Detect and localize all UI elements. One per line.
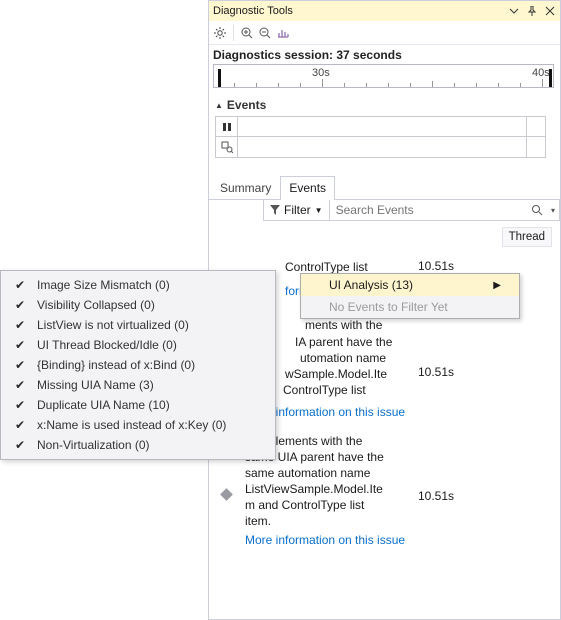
check-icon: ✔ <box>13 358 27 372</box>
events-grid <box>215 116 546 158</box>
tab-events[interactable]: Events <box>280 176 335 200</box>
separator <box>233 25 234 41</box>
ruler-label-40s: 40s <box>532 67 550 79</box>
chevron-down-icon: ▼ <box>315 206 323 215</box>
events-heading-text: Events <box>227 98 266 112</box>
ruler-ticks <box>214 81 553 87</box>
submenu-item[interactable]: ✔ Visibility Collapsed (0) <box>1 295 275 315</box>
menu-item-ui-analysis[interactable]: UI Analysis (13) ▶ <box>301 274 519 296</box>
submenu-item[interactable]: ✔ Missing UIA Name (3) <box>1 375 275 395</box>
ui-analysis-submenu: ✔ Image Size Mismatch (0) ✔ Visibility Col… <box>0 270 276 460</box>
pin-icon[interactable] <box>526 5 538 17</box>
entry-line: item. <box>245 513 410 529</box>
titlebar: Diagnostic Tools <box>209 1 560 21</box>
filter-label: Filter <box>284 203 311 217</box>
submenu-label: UI Thread Blocked/Idle (0) <box>37 338 177 352</box>
column-header-thread[interactable]: Thread <box>502 227 552 247</box>
check-icon: ✔ <box>13 298 27 312</box>
gear-icon[interactable] <box>213 26 227 40</box>
submenu-item[interactable]: ✔ UI Thread Blocked/Idle (0) <box>1 335 275 355</box>
events-heading[interactable]: ▲ Events <box>215 98 554 112</box>
submenu-label: Visibility Collapsed (0) <box>37 298 155 312</box>
toolbar <box>209 21 560 45</box>
search-icon[interactable] <box>525 204 547 216</box>
search-input[interactable] <box>330 200 525 220</box>
pause-icon[interactable] <box>216 117 238 136</box>
check-icon: ✔ <box>13 278 27 292</box>
session-seconds: 37 seconds <box>336 48 401 62</box>
entry-line: same automation name <box>245 465 410 481</box>
submenu-label: x:Name is used instead of x:Key (0) <box>37 418 226 432</box>
filter-button[interactable]: Filter ▼ <box>264 200 330 221</box>
submenu-item[interactable]: ✔ Image Size Mismatch (0) <box>1 275 275 295</box>
events-row <box>216 117 545 137</box>
diagnostic-icon[interactable] <box>216 137 238 157</box>
submenu-item[interactable]: ✔ x:Name is used instead of x:Key (0) <box>1 415 275 435</box>
menu-item-label: UI Analysis (13) <box>329 278 413 292</box>
submenu-label: Non-Virtualization (0) <box>37 438 150 452</box>
menu-item-no-events: No Events to Filter Yet <box>301 296 519 318</box>
session-title: Diagnostics session: 37 seconds <box>213 48 554 62</box>
collapse-triangle-icon[interactable]: ▲ <box>215 101 223 110</box>
titlebar-buttons <box>508 5 556 17</box>
submenu-label: Image Size Mismatch (0) <box>37 278 170 292</box>
events-section: ▲ Events <box>209 94 560 158</box>
funnel-icon <box>270 205 280 215</box>
filter-dropdown-menu: UI Analysis (13) ▶ No Events to Filter Y… <box>300 273 520 319</box>
entry-time: 10.51s <box>418 433 478 548</box>
filter-row: Filter ▼ ▾ <box>263 200 560 221</box>
tab-strip: Summary Events <box>209 176 560 200</box>
submenu-item[interactable]: ✔ Duplicate UIA Name (10) <box>1 395 275 415</box>
events-row <box>216 137 545 157</box>
submenu-arrow-icon: ▶ <box>493 280 501 291</box>
dropdown-icon[interactable] <box>508 5 520 17</box>
entry-line: m and ControlType list <box>245 497 410 513</box>
check-icon: ✔ <box>13 318 27 332</box>
check-icon: ✔ <box>13 338 27 352</box>
menu-item-label: No Events to Filter Yet <box>329 300 448 314</box>
search-dropdown-icon[interactable]: ▾ <box>547 206 559 215</box>
session-title-prefix: Diagnostics session: <box>213 48 336 62</box>
more-info-link[interactable]: More information on this issue <box>245 532 410 548</box>
check-icon: ✔ <box>13 398 27 412</box>
chart-icon[interactable] <box>276 26 290 40</box>
entry-line: ListViewSample.Model.Ite <box>245 481 410 497</box>
check-icon: ✔ <box>13 438 27 452</box>
check-icon: ✔ <box>13 378 27 392</box>
ruler-label-30s: 30s <box>312 67 330 79</box>
submenu-item[interactable]: ✔ {Binding} instead of x:Bind (0) <box>1 355 275 375</box>
submenu-item[interactable]: ✔ ListView is not virtualized (0) <box>1 315 275 335</box>
submenu-label: {Binding} instead of x:Bind (0) <box>37 358 195 372</box>
search-box: ▾ <box>330 200 560 221</box>
check-icon: ✔ <box>13 418 27 432</box>
zoom-out-icon[interactable] <box>258 26 272 40</box>
submenu-label: Duplicate UIA Name (10) <box>37 398 170 412</box>
timeline-ruler[interactable]: 30s 40s <box>213 64 554 88</box>
close-icon[interactable] <box>544 5 556 17</box>
entry-time: 10.51s <box>418 317 478 420</box>
submenu-label: Missing UIA Name (3) <box>37 378 154 392</box>
diamond-marker-icon <box>220 488 233 501</box>
zoom-in-icon[interactable] <box>240 26 254 40</box>
submenu-label: ListView is not virtualized (0) <box>37 318 189 332</box>
session-block: Diagnostics session: 37 seconds 30s 40s <box>209 45 560 94</box>
submenu-item[interactable]: ✔ Non-Virtualization (0) <box>1 435 275 455</box>
panel-title: Diagnostic Tools <box>213 5 293 17</box>
tab-summary[interactable]: Summary <box>211 176 280 200</box>
